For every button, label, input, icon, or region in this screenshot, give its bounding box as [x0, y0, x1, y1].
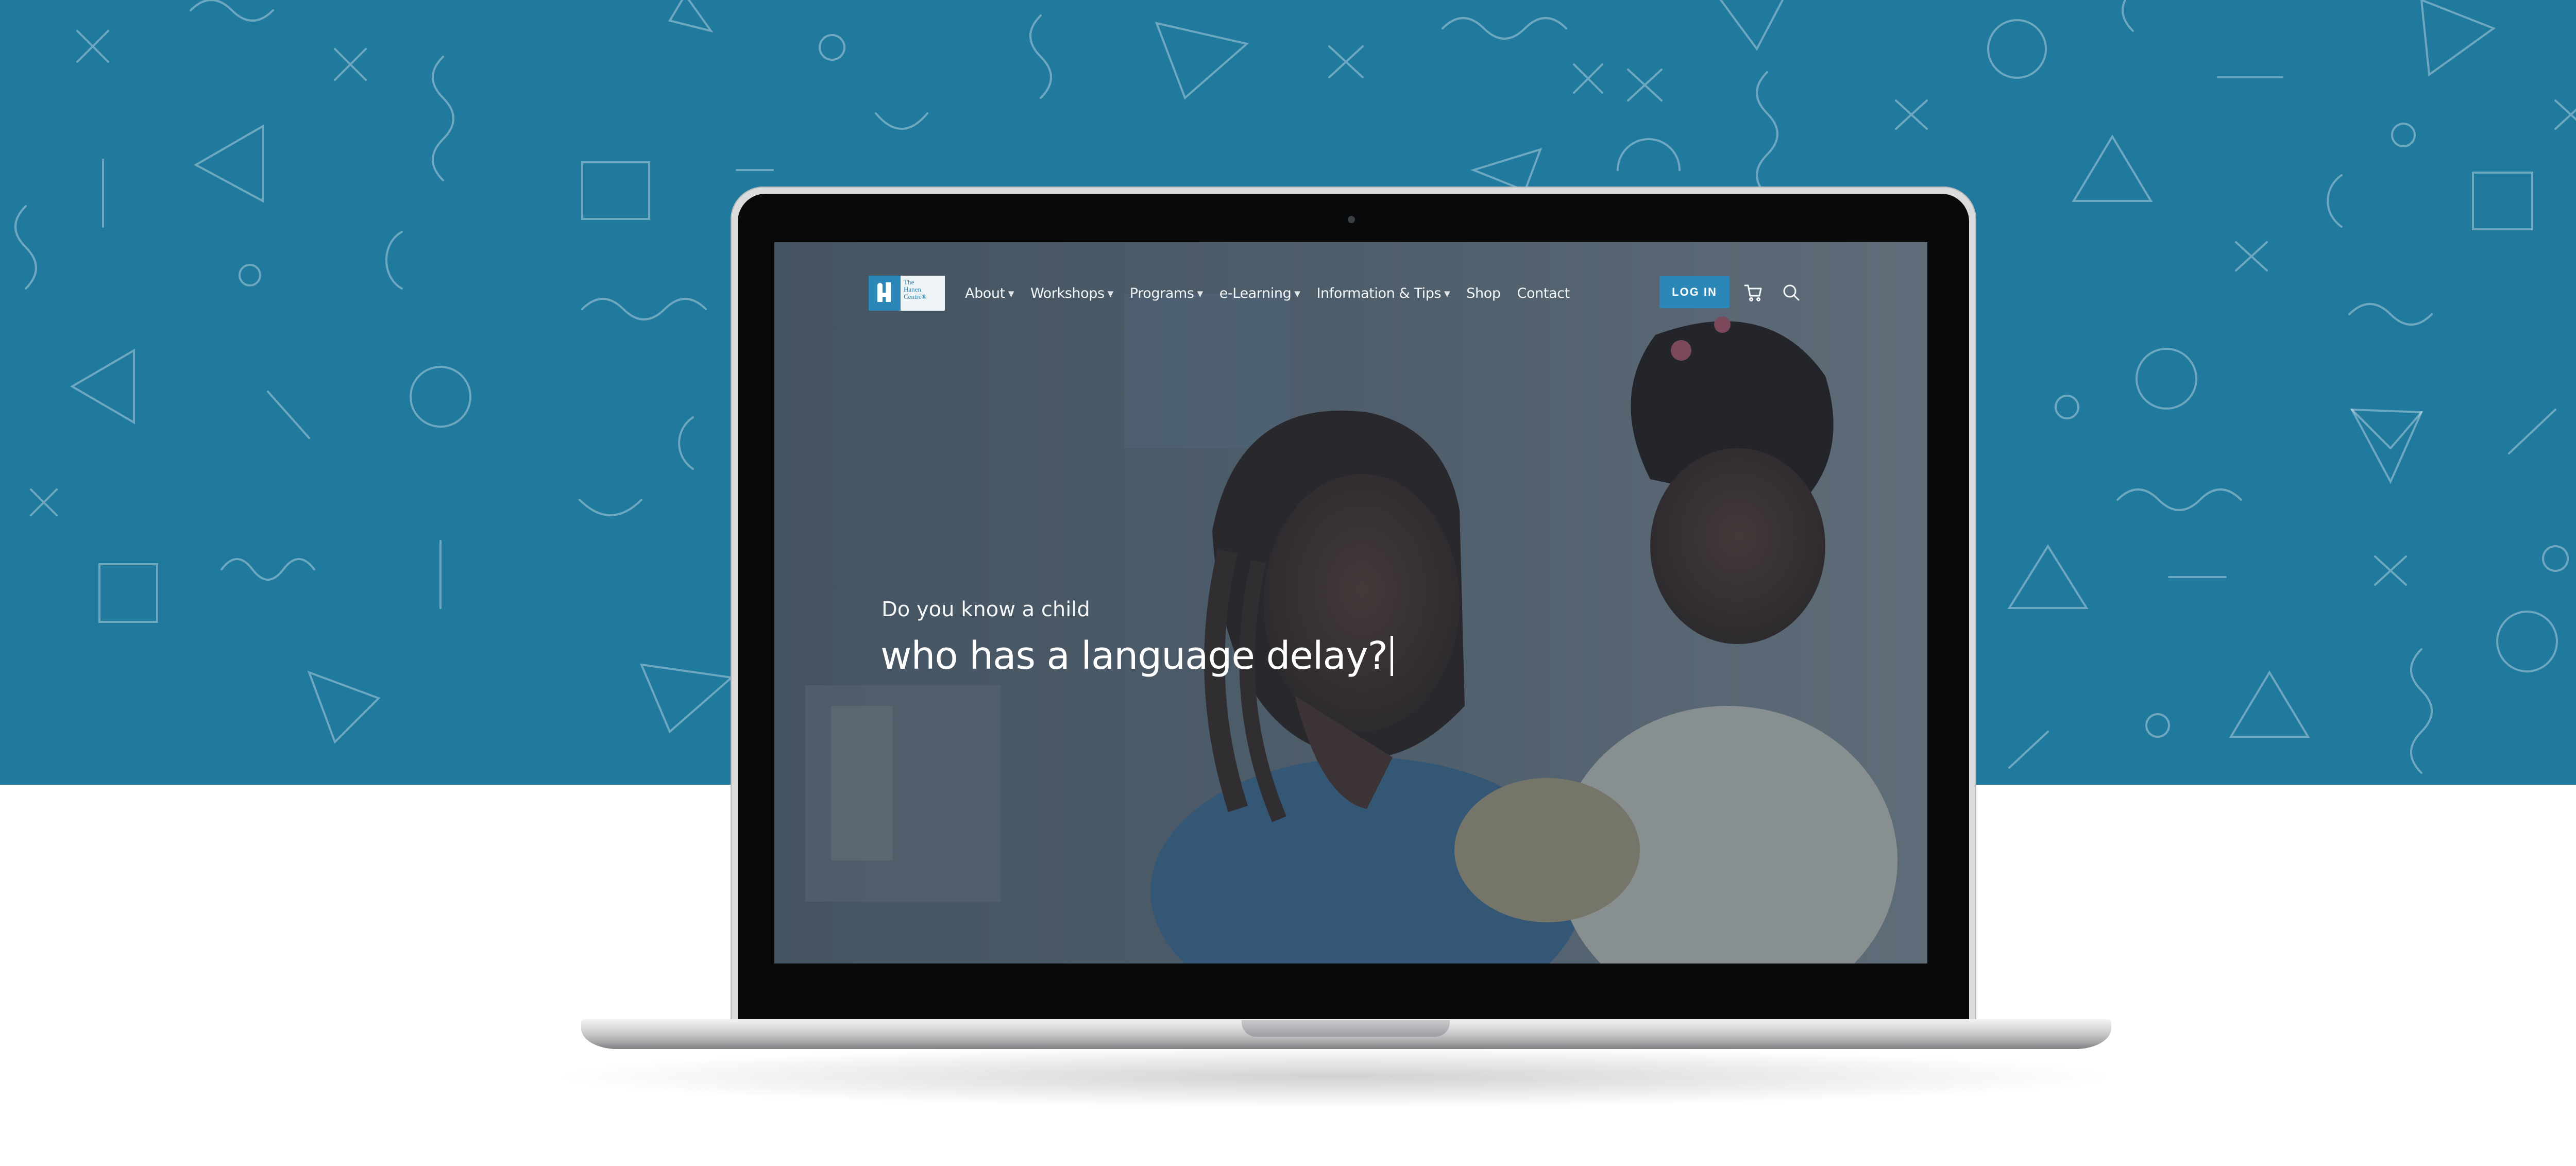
text-cursor [1390, 636, 1393, 676]
nav-label: Information & Tips [1316, 285, 1442, 301]
chevron-down-icon: ▼ [1107, 289, 1114, 298]
nav-item-programs[interactable]: Programs ▼ [1130, 285, 1203, 301]
search-icon[interactable] [1781, 282, 1802, 303]
hero-headline-text: who has a language delay? [880, 634, 1388, 678]
chevron-down-icon: ▼ [1197, 289, 1204, 298]
nav-item-shop[interactable]: Shop [1466, 285, 1501, 301]
logo-mark-icon [869, 276, 901, 311]
nav-label: Shop [1466, 285, 1501, 301]
site-header: The Hanen Centre® About ▼ Workshops ▼ Pr… [774, 242, 1927, 345]
nav-item-information-tips[interactable]: Information & Tips ▼ [1316, 285, 1450, 301]
website-screen: The Hanen Centre® About ▼ Workshops ▼ Pr… [774, 242, 1927, 964]
cart-icon[interactable] [1743, 282, 1764, 303]
chevron-down-icon: ▼ [1294, 289, 1300, 298]
nav-label: Workshops [1030, 285, 1105, 301]
nav-item-e-learning[interactable]: e-Learning ▼ [1219, 285, 1300, 301]
logo-text-line: The [904, 278, 914, 286]
nav-label: e-Learning [1219, 285, 1292, 301]
nav-label: Contact [1517, 285, 1570, 301]
hero-headline: who has a language delay? [880, 634, 1393, 678]
logo-text-line: Centre® [904, 293, 927, 300]
nav-item-about[interactable]: About ▼ [965, 285, 1014, 301]
main-navigation: About ▼ Workshops ▼ Programs ▼ e-Learnin… [965, 285, 1570, 301]
nav-item-contact[interactable]: Contact [1517, 285, 1570, 301]
nav-label: About [965, 285, 1005, 301]
camera-icon [1348, 216, 1355, 223]
log-in-button[interactable]: LOG IN [1659, 276, 1730, 308]
chevron-down-icon: ▼ [1008, 289, 1014, 298]
site-logo[interactable]: The Hanen Centre® [869, 276, 945, 311]
logo-text-line: Hanen [904, 285, 921, 293]
laptop-notch [1242, 1020, 1450, 1037]
hero-kicker: Do you know a child [882, 598, 1090, 621]
logo-text: The Hanen Centre® [901, 276, 945, 311]
laptop-shadow [546, 1046, 2123, 1108]
nav-label: Programs [1129, 285, 1194, 301]
chevron-down-icon: ▼ [1444, 289, 1450, 298]
nav-item-workshops[interactable]: Workshops ▼ [1030, 285, 1113, 301]
